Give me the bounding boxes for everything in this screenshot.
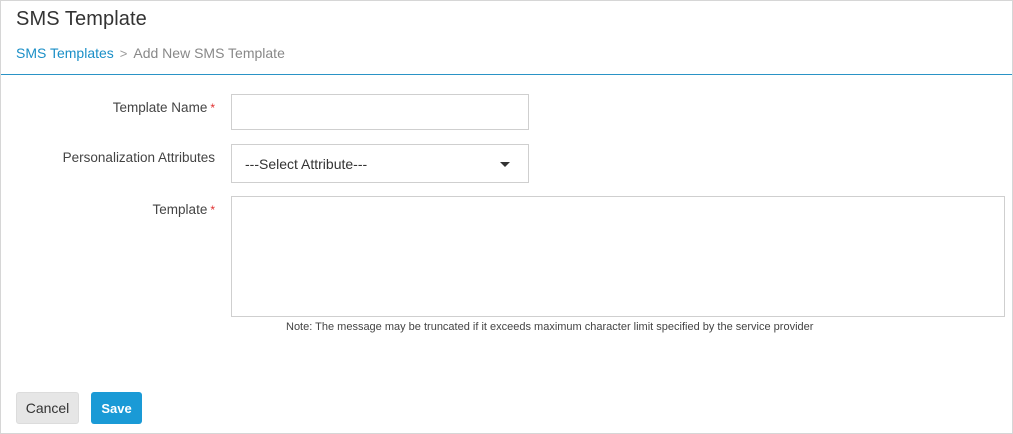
sms-template-page: SMS Template SMS Templates > Add New SMS T…: [0, 0, 1013, 434]
template-name-input[interactable]: [231, 94, 529, 130]
template-textarea[interactable]: [231, 196, 1005, 317]
personalization-label-text: Personalization Attributes: [62, 150, 215, 165]
required-marker: *: [210, 101, 215, 115]
breadcrumb-link-sms-templates[interactable]: SMS Templates: [16, 45, 114, 61]
template-label-text: Template: [152, 202, 208, 217]
template-name-label: Template Name *: [15, 100, 215, 115]
select-value: ---Select Attribute---: [245, 156, 368, 172]
save-button[interactable]: Save: [91, 392, 142, 424]
breadcrumb-separator: >: [119, 46, 128, 61]
personalization-attribute-select[interactable]: ---Select Attribute---: [231, 144, 529, 183]
cancel-button[interactable]: Cancel: [16, 392, 79, 424]
template-name-label-text: Template Name: [112, 100, 208, 115]
page-title: SMS Template: [16, 8, 147, 30]
header-divider: [1, 74, 1012, 75]
breadcrumb-current: Add New SMS Template: [133, 45, 285, 61]
template-label: Template *: [15, 202, 215, 217]
character-limit-note: Note: The message may be truncated if it…: [286, 321, 814, 333]
required-marker: *: [210, 203, 215, 217]
breadcrumb: SMS Templates > Add New SMS Template: [16, 45, 285, 61]
caret-down-icon: [500, 162, 510, 167]
personalization-label: Personalization Attributes: [15, 150, 215, 165]
